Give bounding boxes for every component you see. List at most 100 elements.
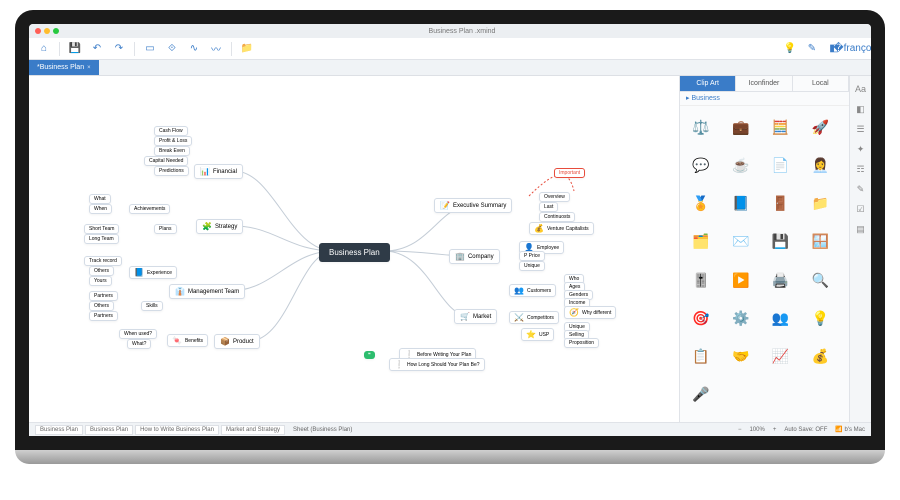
node-item[interactable]: Long Team bbox=[84, 234, 119, 244]
node-item[interactable]: Cash Flow bbox=[154, 126, 188, 136]
node-item[interactable]: Break Even bbox=[154, 146, 190, 156]
node-item[interactable]: 💰Venture Capitalists bbox=[529, 222, 594, 235]
node-financial[interactable]: 📊Financial bbox=[194, 164, 243, 179]
clipart-mic-icon[interactable]: 🎤 bbox=[688, 382, 714, 408]
node-item[interactable]: Overview bbox=[539, 192, 570, 202]
node-skills[interactable]: Skills bbox=[141, 301, 163, 311]
save-button[interactable]: 💾 bbox=[68, 42, 82, 56]
clipart-target-icon[interactable]: 🎯 bbox=[688, 305, 714, 331]
rail-task-icon[interactable]: ☑ bbox=[854, 202, 868, 216]
mindmap-canvas[interactable]: Business Plan 📊Financial Cash Flow Profi… bbox=[29, 76, 679, 422]
node-item[interactable]: Last bbox=[539, 202, 558, 212]
node-market[interactable]: 🛒Market bbox=[454, 309, 497, 324]
undo-button[interactable]: ↶ bbox=[90, 42, 104, 56]
close-tab-icon[interactable]: × bbox=[87, 65, 91, 71]
node-strategy[interactable]: 🧩Strategy bbox=[196, 219, 243, 234]
clipart-briefcase-icon[interactable]: 💼 bbox=[728, 114, 754, 140]
clipart-card-icon[interactable]: 💾 bbox=[768, 229, 794, 255]
home-button[interactable]: ⌂ bbox=[37, 42, 51, 56]
node-item[interactable]: What? bbox=[127, 339, 151, 349]
node-item[interactable]: ❕How Long Should Your Plan Be? bbox=[389, 358, 485, 371]
clipart-deal-icon[interactable]: 🤝 bbox=[728, 344, 754, 370]
clipart-mail-icon[interactable]: ✉️ bbox=[728, 229, 754, 255]
clipart-people-icon[interactable]: 👥 bbox=[768, 305, 794, 331]
folder-button[interactable]: 📁 bbox=[240, 42, 254, 56]
zoom-in-button[interactable]: + bbox=[773, 427, 777, 433]
relationship-button[interactable]: ∿ bbox=[187, 42, 201, 56]
style-button[interactable]: ✎ bbox=[805, 42, 819, 56]
node-experience[interactable]: 📘Experience bbox=[129, 266, 177, 279]
share-button[interactable]: �françois bbox=[849, 42, 863, 56]
panel-tab-iconfinder[interactable]: Iconfinder bbox=[736, 76, 792, 91]
clipart-folder-b-icon[interactable]: 🗂️ bbox=[688, 229, 714, 255]
rail-tree-icon[interactable]: ☶ bbox=[854, 162, 868, 176]
clipart-ribbon-icon[interactable]: 🏅 bbox=[688, 191, 714, 217]
node-executive-summary[interactable]: 📝Executive Summary bbox=[434, 198, 512, 213]
clipart-rocket-icon[interactable]: 🚀 bbox=[807, 114, 833, 140]
clipart-search-icon[interactable]: 🔍 bbox=[807, 267, 833, 293]
node-item[interactable]: P Price bbox=[519, 251, 545, 261]
panel-tab-clip-art[interactable]: Clip Art bbox=[680, 76, 736, 91]
clipart-folder-o-icon[interactable]: 📁 bbox=[807, 191, 833, 217]
node-item[interactable]: 🧭Why different bbox=[564, 306, 616, 319]
close-icon[interactable] bbox=[35, 28, 41, 34]
node-management[interactable]: 👔Management Team bbox=[169, 284, 245, 299]
node-item[interactable]: What bbox=[89, 194, 111, 204]
node-item[interactable]: Capital Needed bbox=[144, 156, 188, 166]
clipart-book-icon[interactable]: 📘 bbox=[728, 191, 754, 217]
node-item[interactable]: Others bbox=[89, 266, 114, 276]
panel-tab-local[interactable]: Local bbox=[793, 76, 849, 91]
node-item[interactable]: Unique bbox=[519, 261, 545, 271]
clipart-play-icon[interactable]: ▶️ bbox=[728, 267, 754, 293]
clipart-printer-icon[interactable]: 🖨️ bbox=[768, 267, 794, 293]
node-achievements[interactable]: Achievements bbox=[129, 204, 170, 214]
node-item[interactable]: Proposition bbox=[564, 338, 599, 348]
clipart-doc-icon[interactable]: 📄 bbox=[768, 152, 794, 178]
idea-button[interactable]: 💡 bbox=[783, 42, 797, 56]
boundary-button[interactable]: 〰 bbox=[209, 42, 223, 56]
clipart-slider-icon[interactable]: 🎚️ bbox=[688, 267, 714, 293]
redo-button[interactable]: ↷ bbox=[112, 42, 126, 56]
sheet-tab[interactable]: Business Plan bbox=[35, 425, 83, 435]
node-item[interactable]: Short Team bbox=[84, 224, 119, 234]
quote-icon[interactable]: ❝ bbox=[364, 351, 375, 359]
clipart-headset-icon[interactable]: 👩‍💼 bbox=[807, 152, 833, 178]
rail-clipart-icon[interactable]: ✦ bbox=[854, 142, 868, 156]
sheet-tab[interactable]: Business Plan bbox=[85, 425, 133, 435]
zoom-out-button[interactable]: − bbox=[738, 427, 742, 433]
sheet-tab[interactable]: Market and Strategy bbox=[221, 425, 285, 435]
node-customers[interactable]: 👥Customers bbox=[509, 284, 556, 297]
node-item[interactable]: Profit & Loss bbox=[154, 136, 192, 146]
node-item[interactable]: Yours bbox=[89, 276, 112, 286]
callout[interactable]: Important bbox=[554, 168, 585, 178]
clipart-coin-icon[interactable]: 💰 bbox=[807, 344, 833, 370]
clipart-garage-icon[interactable]: 🚪 bbox=[768, 191, 794, 217]
rail-note-icon[interactable]: ✎ bbox=[854, 182, 868, 196]
clipart-chat-icon[interactable]: 💬 bbox=[688, 152, 714, 178]
node-item[interactable]: Partners bbox=[89, 291, 118, 301]
node-competitors[interactable]: ⚔️Competitors bbox=[509, 311, 559, 324]
clipart-scales-icon[interactable]: ⚖️ bbox=[688, 114, 714, 140]
clipart-chart-icon[interactable]: 📈 bbox=[768, 344, 794, 370]
node-plans[interactable]: Plans bbox=[154, 224, 177, 234]
rail-outline-icon[interactable]: ☰ bbox=[854, 122, 868, 136]
node-item[interactable]: When bbox=[89, 204, 112, 214]
node-item[interactable]: When used? bbox=[119, 329, 157, 339]
clipart-calculator-icon[interactable]: 🧮 bbox=[768, 114, 794, 140]
rail-sheet-icon[interactable]: ▤ bbox=[854, 222, 868, 236]
rail-marker-icon[interactable]: ◧ bbox=[854, 102, 868, 116]
node-benefits[interactable]: 🍬Benefits bbox=[167, 334, 208, 347]
clipart-form-icon[interactable]: 📋 bbox=[688, 344, 714, 370]
node-item[interactable]: Continuosts bbox=[539, 212, 575, 222]
topic-button[interactable]: ▭ bbox=[143, 42, 157, 56]
node-item[interactable]: Partners bbox=[89, 311, 118, 321]
sheet-tab[interactable]: How to Write Business Plan bbox=[135, 425, 219, 435]
clipart-coffee-icon[interactable]: ☕ bbox=[728, 152, 754, 178]
document-tab[interactable]: *Business Plan × bbox=[29, 60, 99, 75]
node-item[interactable]: Predictions bbox=[154, 166, 189, 176]
node-item[interactable]: Others bbox=[89, 301, 114, 311]
center-node[interactable]: Business Plan bbox=[319, 243, 390, 262]
node-product[interactable]: 📦Product bbox=[214, 334, 260, 349]
node-item[interactable]: Track record bbox=[84, 256, 122, 266]
clipart-gear-icon[interactable]: ⚙️ bbox=[728, 305, 754, 331]
